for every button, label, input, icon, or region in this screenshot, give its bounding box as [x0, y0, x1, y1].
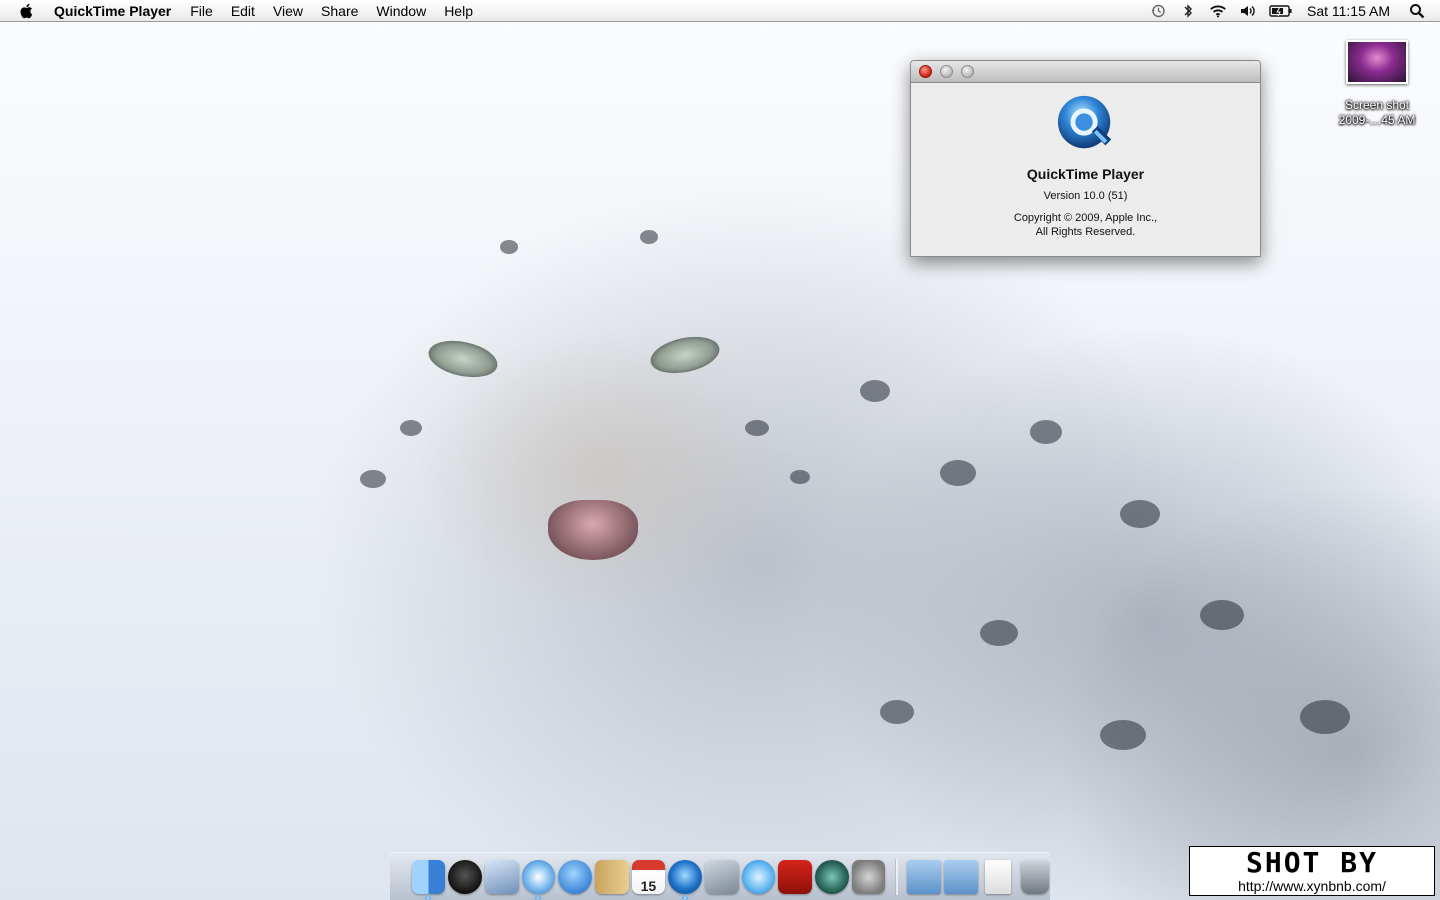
safari-icon[interactable]: [521, 860, 556, 900]
quicktime-logo-icon: [1057, 95, 1111, 149]
about-window: QuickTime Player Version 10.0 (51) Copyr…: [910, 60, 1261, 257]
ical-date: 15: [640, 878, 657, 894]
apple-menu-icon[interactable]: [18, 2, 36, 20]
menu-app-name[interactable]: QuickTime Player: [54, 0, 181, 22]
zoom-button[interactable]: [961, 65, 974, 78]
about-copyright: Copyright © 2009, Apple Inc., All Rights…: [911, 211, 1260, 239]
close-button[interactable]: [919, 65, 932, 78]
file-name-line: Screen shot: [1344, 98, 1410, 112]
desktop-file-screenshot[interactable]: Screen shot 2009-…45 AM: [1324, 40, 1430, 128]
menu-extras: Sat 11:15 AM: [1143, 0, 1440, 22]
menu-view[interactable]: View: [264, 0, 312, 22]
preview-document-icon[interactable]: [985, 860, 1011, 894]
watermark-url: http://www.xynbnb.com/: [1238, 878, 1386, 894]
dock: 15: [390, 852, 1050, 900]
about-app-name: QuickTime Player: [1026, 166, 1145, 182]
screenshot-thumbnail-icon[interactable]: [1346, 40, 1408, 84]
quicktime-icon[interactable]: [668, 860, 702, 900]
dashboard-icon[interactable]: [448, 860, 482, 894]
dock-separator: [894, 859, 898, 895]
spotlight-search-icon[interactable]: [1408, 3, 1426, 19]
menu-edit[interactable]: Edit: [222, 0, 264, 22]
trash-icon[interactable]: [1020, 860, 1049, 894]
menu-share[interactable]: Share: [312, 0, 367, 22]
window-titlebar[interactable]: [911, 61, 1260, 83]
finder-icon[interactable]: [411, 860, 446, 900]
photo-booth-icon[interactable]: [778, 860, 812, 894]
battery-icon[interactable]: [1269, 3, 1293, 19]
time-machine-icon[interactable]: [1149, 3, 1167, 19]
running-indicator: [682, 896, 689, 900]
about-version: Version 10.0 (51): [1043, 190, 1128, 202]
running-indicator: [425, 896, 432, 900]
menu-window[interactable]: Window: [367, 0, 435, 22]
mail-icon[interactable]: [484, 860, 519, 894]
minimize-button[interactable]: [940, 65, 953, 78]
leopard-nose: [548, 500, 638, 560]
running-indicator: [535, 896, 542, 900]
bluetooth-icon[interactable]: [1179, 3, 1197, 19]
leopard-right-eye: [647, 331, 723, 379]
watermark-title: SHOT BY: [1245, 846, 1378, 879]
itunes-icon[interactable]: [741, 860, 776, 894]
applications-folder-icon[interactable]: [907, 860, 941, 894]
rights-line: All Rights Reserved.: [1035, 226, 1136, 238]
address-book-icon[interactable]: [594, 860, 629, 894]
desktop-file-label[interactable]: Screen shot 2009-…45 AM: [1324, 98, 1430, 128]
iphoto-icon[interactable]: [704, 860, 739, 894]
documents-folder-icon[interactable]: [943, 860, 978, 894]
time-machine-dock-icon[interactable]: [814, 860, 849, 894]
wifi-icon[interactable]: [1209, 3, 1227, 19]
system-preferences-icon[interactable]: [851, 860, 886, 894]
ical-icon[interactable]: 15: [631, 860, 666, 894]
ichat-icon[interactable]: [558, 860, 592, 894]
menu-clock[interactable]: Sat 11:15 AM: [1299, 0, 1402, 22]
menu-bar: QuickTime Player File Edit View Share Wi…: [0, 0, 1440, 22]
copyright-line: Copyright © 2009, Apple Inc.,: [1013, 212, 1158, 224]
menu-help[interactable]: Help: [435, 0, 482, 22]
about-content: QuickTime Player Version 10.0 (51) Copyr…: [911, 83, 1260, 239]
file-name-line: 2009-…45 AM: [1338, 113, 1416, 127]
watermark-badge: SHOT BY http://www.xynbnb.com/: [1189, 846, 1435, 896]
leopard-left-eye: [425, 335, 501, 383]
menu-file[interactable]: File: [181, 0, 222, 22]
volume-icon[interactable]: [1239, 3, 1257, 19]
